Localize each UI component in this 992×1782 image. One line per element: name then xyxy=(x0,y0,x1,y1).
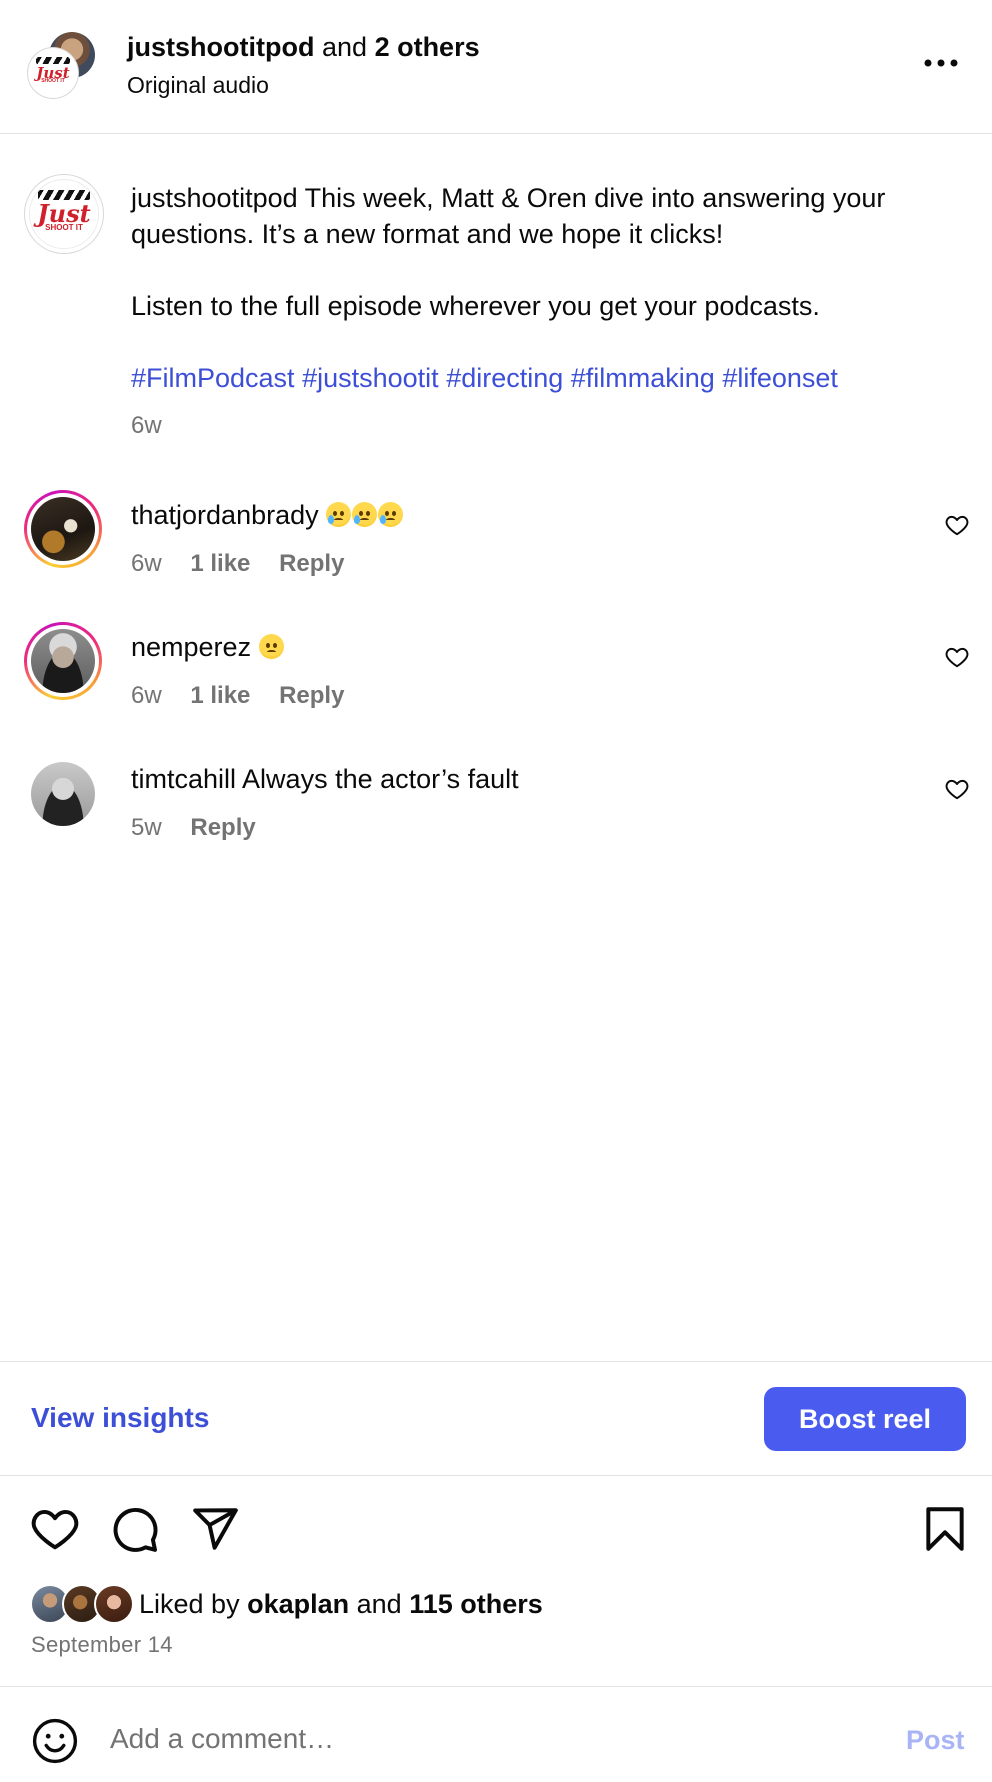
pleading-face-emoji xyxy=(258,632,285,662)
comment-username[interactable]: thatjordanbrady xyxy=(131,500,319,530)
header-and: and xyxy=(321,32,368,62)
original-audio-link[interactable]: Original audio xyxy=(127,70,269,100)
comment-avatar-story-ring[interactable] xyxy=(24,490,102,568)
more-options-button[interactable] xyxy=(918,46,964,80)
comment-icon[interactable] xyxy=(110,1504,160,1554)
view-insights-link[interactable]: View insights xyxy=(31,1402,209,1434)
comment-composer: Post xyxy=(0,1686,992,1782)
post-date: September 14 xyxy=(31,1632,173,1657)
send-icon[interactable] xyxy=(190,1504,240,1554)
avatar xyxy=(31,629,95,693)
comment-avatar-story-ring[interactable] xyxy=(24,622,102,700)
logo-subtext: SHOOT IT xyxy=(45,222,83,232)
liked-by-and: and xyxy=(356,1589,402,1619)
comment-body: Always the actor’s fault xyxy=(242,764,519,794)
add-comment-input[interactable] xyxy=(110,1711,870,1767)
bookmark-icon[interactable] xyxy=(920,1504,970,1554)
comment-item: thatjordanbrady 6w 1 like Reply xyxy=(0,490,992,600)
avatar xyxy=(31,497,95,561)
reply-button[interactable]: Reply xyxy=(190,814,255,841)
caption-paragraph-2: Listen to the full episode wherever you … xyxy=(131,291,820,321)
comment-text: nemperez xyxy=(131,630,285,664)
comment-time: 6w xyxy=(131,550,162,577)
crying-face-emoji xyxy=(326,500,404,530)
reply-button[interactable]: Reply xyxy=(279,682,344,709)
caption-hashtags: #FilmPodcast #justshootit #directing #fi… xyxy=(131,360,971,396)
liked-by-text: Liked by okaplan and 115 others xyxy=(139,1588,543,1620)
owner-avatar[interactable]: Just SHOOT IT xyxy=(28,48,78,98)
comment-text: thatjordanbrady xyxy=(131,498,404,532)
comment-meta: 6w 1 like Reply xyxy=(131,550,366,578)
avatar xyxy=(94,1584,134,1624)
header-others[interactable]: 2 others xyxy=(375,32,480,62)
heart-icon[interactable] xyxy=(944,512,970,538)
hashtag-link[interactable]: #directing xyxy=(446,363,563,393)
liked-by-others[interactable]: 115 others xyxy=(409,1589,543,1619)
comment-time: 6w xyxy=(131,682,162,709)
boost-reel-button[interactable]: Boost reel xyxy=(764,1387,966,1451)
caption: justshootitpod This week, Matt & Oren di… xyxy=(131,180,971,396)
caption-username[interactable]: justshootitpod xyxy=(131,183,298,213)
insights-bar: View insights Boost reel xyxy=(0,1361,992,1476)
avatar[interactable] xyxy=(31,762,95,826)
reply-button[interactable]: Reply xyxy=(279,550,344,577)
logo-subtext: SHOOT IT xyxy=(41,78,65,85)
just-shoot-it-logo: Just SHOOT IT xyxy=(30,180,98,248)
smiley-icon[interactable] xyxy=(31,1717,79,1765)
heart-icon[interactable] xyxy=(944,776,970,802)
comment-item: nemperez 6w 1 like Reply xyxy=(0,622,992,732)
heart-icon[interactable] xyxy=(944,644,970,670)
post-button[interactable]: Post xyxy=(906,1725,965,1756)
hashtag-link[interactable]: #FilmPodcast xyxy=(131,363,295,393)
liked-by-avatars[interactable] xyxy=(30,1584,134,1624)
just-shoot-it-logo: Just SHOOT IT xyxy=(31,51,75,95)
comment-username[interactable]: nemperez xyxy=(131,632,251,662)
liked-by-prefix: Liked by xyxy=(139,1589,240,1619)
comment-meta: 6w 1 like Reply xyxy=(131,682,366,710)
hashtag-link[interactable]: #justshootit xyxy=(302,363,439,393)
comment-item: timtcahill Always the actor’s fault 5w R… xyxy=(0,754,992,864)
hashtag-link[interactable]: #filmmaking xyxy=(571,363,715,393)
reel-header: Just SHOOT IT justshootitpod and 2 other… xyxy=(0,0,992,134)
comment-username[interactable]: timtcahill xyxy=(131,764,236,794)
caption-timestamp: 6w xyxy=(131,412,162,439)
hashtag-link[interactable]: #lifeonset xyxy=(722,363,838,393)
comment-text: timtcahill Always the actor’s fault xyxy=(131,762,519,796)
comment-likes[interactable]: 1 like xyxy=(190,682,250,709)
more-horizontal-icon xyxy=(924,59,958,67)
header-title: justshootitpod and 2 others xyxy=(127,30,480,64)
heart-icon[interactable] xyxy=(30,1504,80,1554)
comment-likes[interactable]: 1 like xyxy=(190,550,250,577)
liked-by-user[interactable]: okaplan xyxy=(247,1589,349,1619)
comment-meta: 5w Reply xyxy=(131,814,278,842)
comment-time: 5w xyxy=(131,814,162,841)
header-username[interactable]: justshootitpod xyxy=(127,32,314,62)
caption-avatar[interactable]: Just SHOOT IT xyxy=(24,174,104,254)
